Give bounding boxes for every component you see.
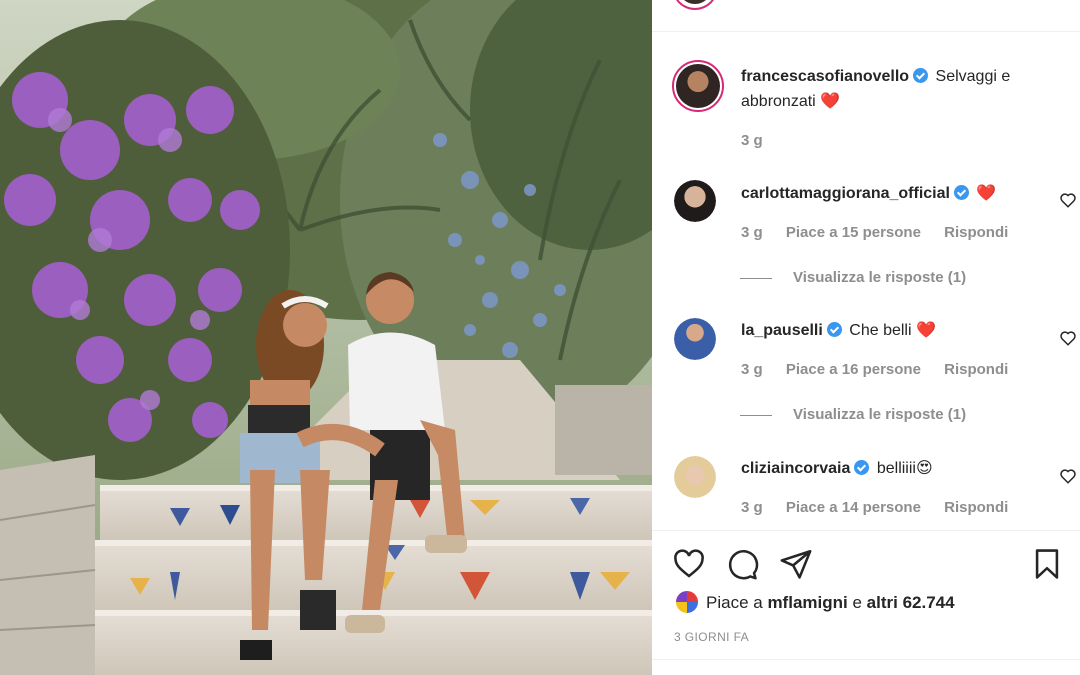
comment-icon[interactable] xyxy=(725,547,759,581)
commenter-avatar[interactable] xyxy=(674,318,716,360)
heart-icon[interactable] xyxy=(672,547,706,581)
comment-text: cliziaincorvaia belliiii😍 xyxy=(741,456,1051,481)
heart-eyes-emoji: 😍 xyxy=(915,460,933,477)
reply-button[interactable]: Rispondi xyxy=(944,361,1008,378)
replies-divider xyxy=(740,277,772,279)
view-replies-button[interactable]: Visualizza le risposte (1) xyxy=(740,269,966,286)
small-heart-icon[interactable] xyxy=(1059,329,1077,347)
comment-text: la_pauselli Che belli ❤️ xyxy=(741,318,1051,343)
comment-time[interactable]: 3 g xyxy=(741,224,763,241)
reply-button[interactable]: Rispondi xyxy=(944,499,1008,516)
bookmark-icon[interactable] xyxy=(1030,547,1064,581)
post-timestamp: 3 GIORNI FA xyxy=(674,630,750,644)
heart-emoji: ❤️ xyxy=(976,185,997,202)
comment-body: Che belli xyxy=(849,322,912,339)
comment-likes[interactable]: Piace a 16 persone xyxy=(786,361,921,378)
verified-badge-icon xyxy=(913,68,929,83)
add-comment-area[interactable] xyxy=(652,659,1080,675)
comment-meta: 3 g Piace a 14 persone Rispondi xyxy=(741,499,1027,516)
caption-meta: 3 g xyxy=(741,132,782,149)
replies-divider xyxy=(740,414,772,416)
liker-username[interactable]: mflamigni xyxy=(767,593,847,612)
heart-emoji: ❤️ xyxy=(820,93,841,110)
paper-plane-icon[interactable] xyxy=(779,547,813,581)
author-avatar[interactable] xyxy=(672,60,724,112)
view-replies-label: Visualizza le risposte (1) xyxy=(793,269,967,286)
view-replies-button[interactable]: Visualizza le risposte (1) xyxy=(740,406,966,423)
view-replies-label: Visualizza le risposte (1) xyxy=(793,406,967,423)
couple-on-garden-steps-image xyxy=(0,0,652,675)
commenter-username[interactable]: carlottamaggiorana_official xyxy=(741,185,950,202)
verified-badge-icon xyxy=(953,185,969,200)
likes-summary[interactable]: Piace a mflamigni e altri 62.744 xyxy=(674,589,955,615)
commenter-avatar[interactable] xyxy=(674,180,716,222)
small-heart-icon[interactable] xyxy=(1059,467,1077,485)
verified-badge-icon xyxy=(826,322,842,337)
post-sidebar: francescasofianovello Selvaggi e abbronz… xyxy=(652,0,1080,675)
reply-button[interactable]: Rispondi xyxy=(944,224,1008,241)
comment-likes[interactable]: Piace a 14 persone xyxy=(786,499,921,516)
comment-meta: 3 g Piace a 16 persone Rispondi xyxy=(741,361,1027,378)
likes-prefix: Piace a xyxy=(706,593,763,612)
verified-badge-icon xyxy=(854,460,870,475)
author-username[interactable]: francescasofianovello xyxy=(741,68,909,85)
comment-meta: 3 g Piace a 15 persone Rispondi xyxy=(741,224,1027,241)
commenter-avatar[interactable] xyxy=(674,456,716,498)
post-header-sliver xyxy=(652,0,1080,32)
post-photo[interactable] xyxy=(0,0,652,675)
comment-body: belliiii xyxy=(876,460,916,477)
commenter-username[interactable]: cliziaincorvaia xyxy=(741,460,850,477)
liker-avatar xyxy=(674,589,700,615)
caption-time[interactable]: 3 g xyxy=(741,132,763,149)
likes-others[interactable]: altri 62.744 xyxy=(867,593,955,612)
likes-connector: e xyxy=(852,593,862,612)
comment-likes[interactable]: Piace a 15 persone xyxy=(786,224,921,241)
header-avatar[interactable] xyxy=(672,0,718,10)
caption-text: francescasofianovello Selvaggi e abbronz… xyxy=(741,64,1051,114)
comment-text: carlottamaggiorana_official ❤️ xyxy=(741,181,1051,206)
post-actions: Piace a mflamigni e altri 62.744 3 GIORN… xyxy=(652,530,1080,675)
heart-emoji: ❤️ xyxy=(916,322,936,339)
comment-time[interactable]: 3 g xyxy=(741,499,763,516)
comment-time[interactable]: 3 g xyxy=(741,361,763,378)
small-heart-icon[interactable] xyxy=(1059,191,1077,209)
commenter-username[interactable]: la_pauselli xyxy=(741,322,823,339)
